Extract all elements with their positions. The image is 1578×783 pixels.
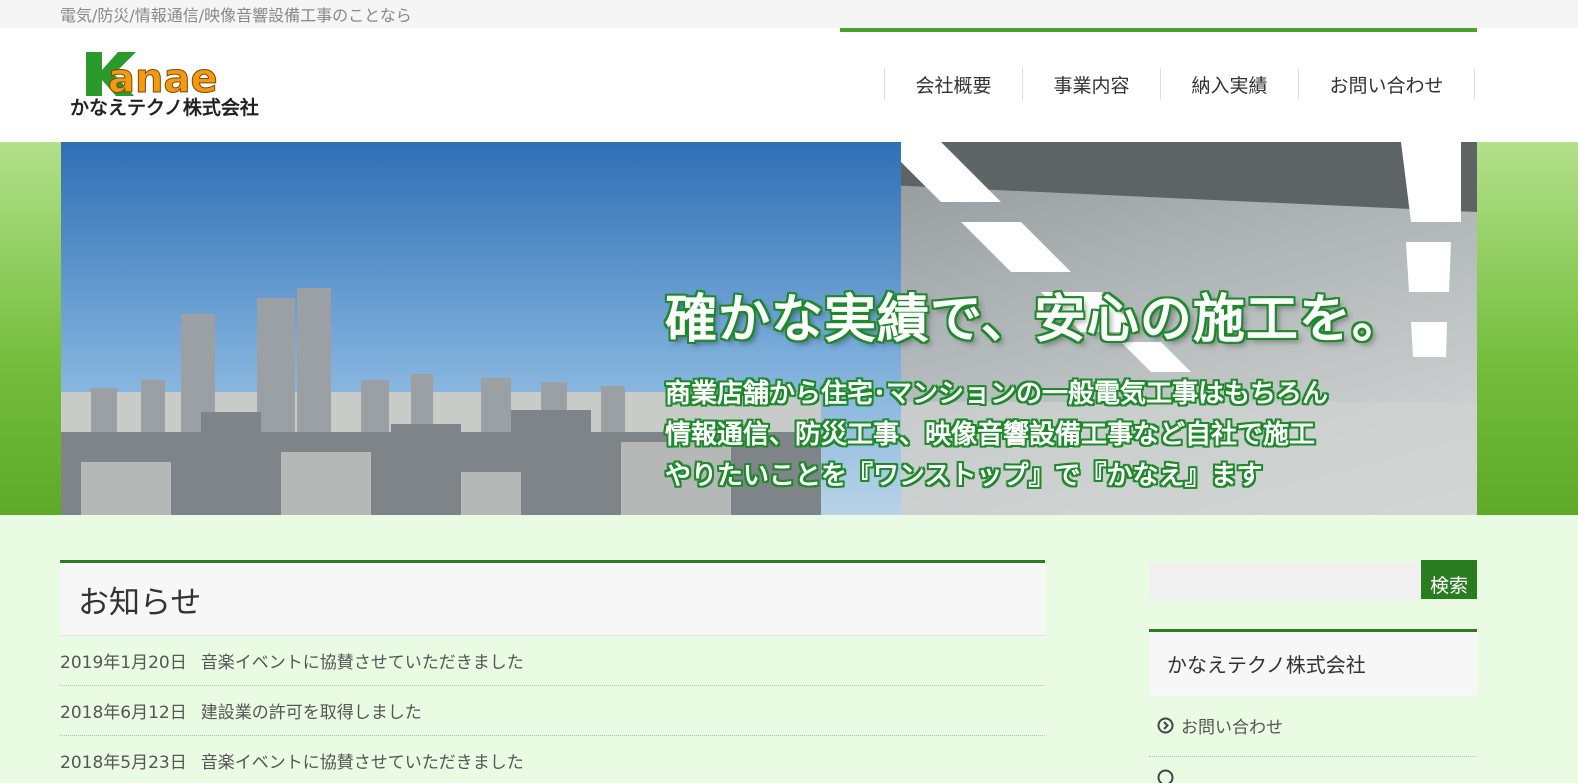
widget-link-contact[interactable]: お問い合わせ [1149,695,1477,757]
hero-text: 確かな実績で、安心の施工を。 商業店舗から住宅･マンションの一般電気工事はもちろ… [665,288,1405,497]
main-nav: 会社概要 事業内容 納入実績 お問い合わせ [884,68,1475,100]
company-widget: かなえテクノ株式会社 お問い合わせ [1149,629,1477,783]
news-item[interactable]: 2019年1月20日 音楽イベントに協賛させていただきました [60,636,1045,686]
hero-headline: 確かな実績で、安心の施工を。 [665,290,1405,350]
news-section: お知らせ 2019年1月20日 音楽イベントに協賛させていただきました 2018… [60,560,1045,783]
nav-accent-line [840,28,1477,32]
news-title[interactable]: 建設業の許可を取得しました [201,698,422,723]
chevron-circle-icon [1157,769,1174,783]
logo-wordmark: anae [108,56,218,102]
nav-item-company[interactable]: 会社概要 [884,68,1022,100]
chevron-circle-icon [1157,717,1174,734]
search-input[interactable] [1149,562,1421,599]
news-date: 2019年1月20日 [60,653,187,673]
news-heading: お知らせ [78,584,202,621]
top-bar: 電気/防災/情報通信/映像音響設備工事のことなら [0,0,1578,28]
hero-line-2: 情報通信、防災工事、映像音響設備工事など自社で施工 [665,420,1316,450]
news-date: 2018年6月12日 [60,703,187,723]
news-item[interactable]: 2018年5月23日 音楽イベントに協賛させていただきました [60,736,1045,783]
search-form: 検索 [1149,560,1477,599]
nav-item-contact[interactable]: お問い合わせ [1298,68,1475,100]
news-header: お知らせ [60,560,1045,636]
widget-link-label: お問い合わせ [1181,718,1283,738]
logo-graphic: anae かなえテクノ株式会社 [70,52,259,119]
news-title[interactable]: 音楽イベントに協賛させていただきました [201,648,524,673]
site-header: anae かなえテクノ株式会社 会社概要 事業内容 納入実績 お問い合わせ [0,28,1578,142]
widget-heading: かなえテクノ株式会社 [1149,629,1477,695]
news-title[interactable]: 音楽イベントに協賛させていただきました [201,748,524,773]
hero-banner: 確かな実績で、安心の施工を。 商業店舗から住宅･マンションの一般電気工事はもちろ… [61,142,1477,515]
news-item[interactable]: 2018年6月12日 建設業の許可を取得しました [60,686,1045,736]
site-tagline: 電気/防災/情報通信/映像音響設備工事のことなら [60,6,412,25]
nav-item-business[interactable]: 事業内容 [1022,68,1160,100]
nav-item-results[interactable]: 納入実績 [1160,68,1298,100]
hero-line-1: 商業店舗から住宅･マンションの一般電気工事はもちろん [665,379,1329,409]
company-logo[interactable]: anae かなえテクノ株式会社 [68,48,290,120]
search-button[interactable]: 検索 [1421,560,1477,599]
news-date: 2018年5月23日 [60,753,187,773]
sidebar: 検索 かなえテクノ株式会社 お問い合わせ [1149,560,1477,783]
hero-line-3: やりたいことを『ワンストップ』で『かなえ』ます [665,461,1263,491]
logo-company-name: かなえテクノ株式会社 [70,96,259,119]
